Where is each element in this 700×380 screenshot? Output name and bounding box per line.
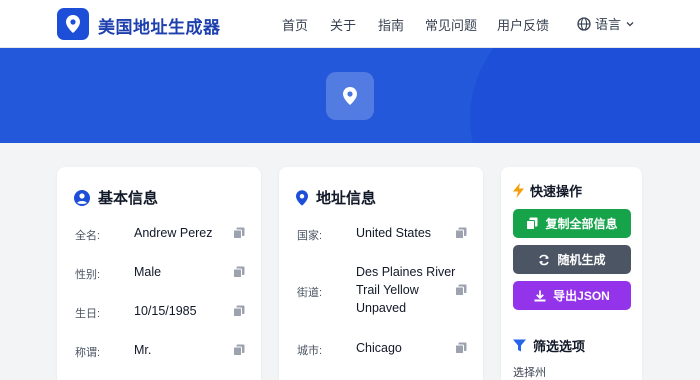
title-value: Mr. [134,343,152,357]
filter-header: 筛选选项 [513,336,585,355]
copy-icon[interactable] [233,266,245,278]
address-info-header: 地址信息 [296,187,376,208]
export-json-button[interactable]: 导出JSON [513,281,631,310]
refresh-icon [539,254,550,265]
hero-decoration [470,48,700,143]
lightning-icon [513,183,524,198]
download-icon [534,290,546,301]
map-pin-icon [296,189,308,206]
filter-title: 筛选选项 [533,339,586,354]
copy-all-label: 复制全部信息 [545,217,618,231]
logo[interactable] [57,8,89,40]
nav-faq[interactable]: 常见问题 [425,15,477,34]
hero-banner [0,48,700,143]
full-name-value: Andrew Perez [134,226,213,240]
copy-all-button[interactable]: 复制全部信息 [513,209,631,238]
language-label: 语言 [595,17,622,32]
nav-about[interactable]: 关于 [330,15,356,34]
map-pin-icon [66,15,80,33]
quick-actions-header: 快速操作 [513,181,582,200]
full-name-label: 全名: [75,230,101,242]
copy-icon[interactable] [233,305,245,317]
filter-icon [513,339,526,352]
city-value: Chicago [356,341,402,355]
language-selector[interactable]: 语言 [577,14,635,33]
nav-home[interactable]: 首页 [282,15,308,34]
city-label: 城市: [297,345,323,357]
basic-info-header: 基本信息 [74,187,158,208]
top-navbar: 美国地址生成器 首页 关于 指南 常见问题 用户反馈 语言 [0,0,700,48]
quick-actions-title: 快速操作 [530,184,583,199]
birthday-label: 生日: [75,308,101,320]
copy-icon[interactable] [233,344,245,356]
copy-icon [526,217,538,230]
copy-icon[interactable] [455,284,467,296]
user-circle-icon [74,189,90,206]
address-info-card: 地址信息 国家: United States 街道: Des Plaines R… [279,167,483,380]
random-generate-label: 随机生成 [557,253,606,267]
birthday-value: 10/15/1985 [134,304,197,318]
chevron-down-icon [626,21,634,26]
random-generate-button[interactable]: 随机生成 [513,245,631,274]
country-value: United States [356,226,432,240]
nav-feedback[interactable]: 用户反馈 [497,15,549,34]
copy-icon[interactable] [233,227,245,239]
quick-actions-card: 快速操作 复制全部信息 随机生成 导出JSON 筛选选项 选择州 [501,167,642,380]
street-label: 街道: [297,287,323,299]
map-pin-icon [343,87,357,105]
hero-icon-tile [326,72,374,120]
address-info-title: 地址信息 [316,190,377,207]
state-select-label: 选择州 [513,367,546,379]
street-value: Des Plaines River Trail Yellow Unpaved [356,265,456,315]
country-label: 国家: [297,230,323,242]
brand-title[interactable]: 美国地址生成器 [98,13,221,38]
title-label: 称谓: [75,347,101,359]
globe-icon [577,16,591,31]
copy-icon[interactable] [455,342,467,354]
export-json-label: 导出JSON [553,289,610,303]
copy-icon[interactable] [455,227,467,239]
gender-value: Male [134,265,162,279]
nav-guide[interactable]: 指南 [378,15,404,34]
basic-info-title: 基本信息 [98,190,159,207]
gender-label: 性别: [75,269,101,281]
basic-info-card: 基本信息 全名: Andrew Perez 性别: Male 生日: 10/15… [57,167,261,380]
